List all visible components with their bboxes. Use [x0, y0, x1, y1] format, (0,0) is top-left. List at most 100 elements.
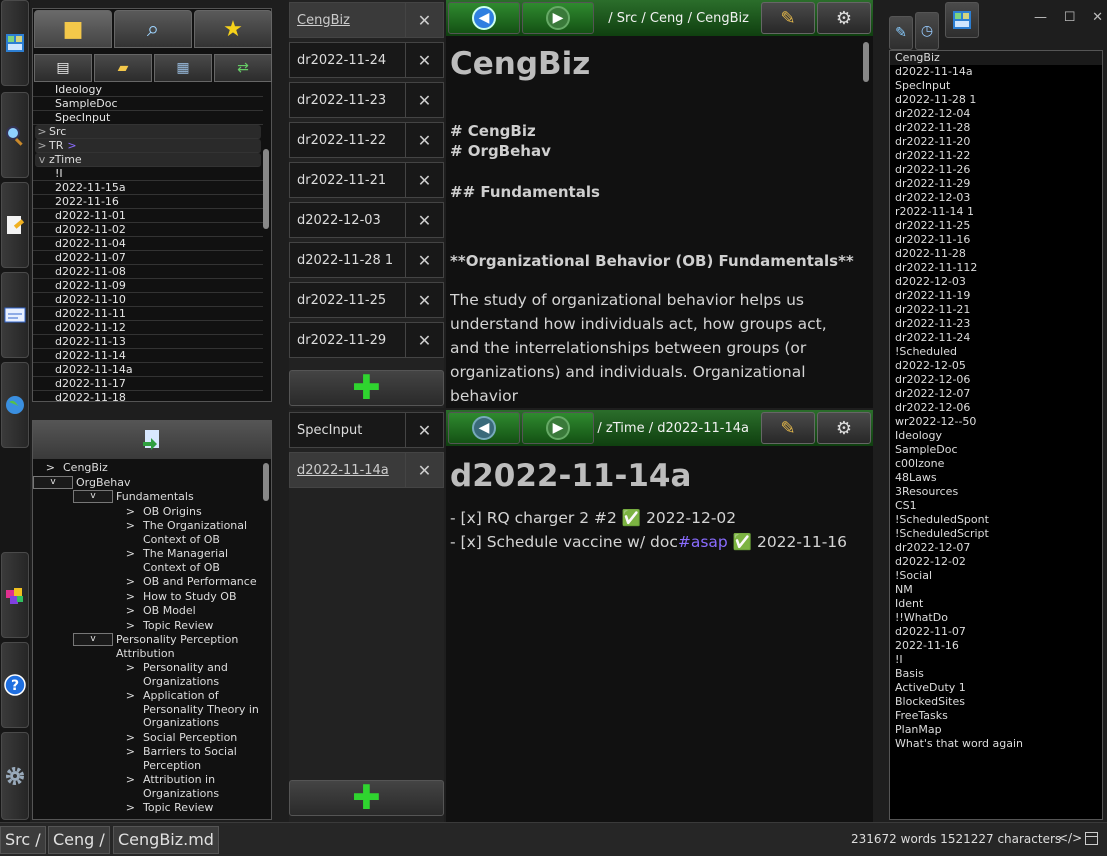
note-tab[interactable]: dr2022-11-22 ✕	[289, 122, 444, 158]
file-row[interactable]: 2022-11-15a	[33, 181, 263, 195]
chevron-icon[interactable]: >	[35, 139, 49, 153]
chevron-icon[interactable]: >	[113, 590, 143, 604]
note-list-item[interactable]: dr2022-11-112	[890, 261, 1102, 275]
close-icon[interactable]: ✕	[405, 82, 443, 118]
back-button[interactable]: ◀	[448, 2, 520, 34]
card-icon[interactable]	[1, 272, 29, 358]
chevron-icon[interactable]: >	[113, 547, 143, 561]
file-row[interactable]: Ideology	[33, 83, 263, 97]
note-list-item[interactable]: Ident	[890, 597, 1102, 611]
close-window-button[interactable]: ✕	[1088, 10, 1107, 30]
file-row[interactable]: d2022-11-04	[33, 237, 263, 251]
outline-item[interactable]: > CengBiz	[33, 461, 261, 475]
note-list-item[interactable]: !I	[890, 653, 1102, 667]
close-icon[interactable]: ✕	[405, 42, 443, 78]
note-list-item[interactable]: !Social	[890, 569, 1102, 583]
note-tab[interactable]: d2022-12-03 ✕	[289, 202, 444, 238]
building-icon[interactable]: ▦	[154, 54, 212, 82]
file-row[interactable]: d2022-11-11	[33, 307, 263, 321]
outline-item[interactable]: > OB Origins	[33, 505, 261, 519]
file-row[interactable]: d2022-11-14a	[33, 363, 263, 377]
note-list-item[interactable]: SampleDoc	[890, 443, 1102, 457]
globe-icon[interactable]	[1, 362, 29, 448]
star-icon[interactable]: ★	[194, 10, 272, 48]
search-file-icon[interactable]: ⌕	[114, 10, 192, 48]
help-icon[interactable]: ?	[1, 642, 29, 728]
chevron-icon[interactable]: >	[113, 661, 143, 675]
file-row[interactable]: !I	[33, 167, 263, 181]
outline-item[interactable]: > Attribution in Organizations	[33, 773, 261, 800]
edit-note-icon[interactable]	[1, 182, 29, 268]
outline-item[interactable]: > Application of Personality Theory in Or…	[33, 689, 261, 730]
note-list-item[interactable]: CS1	[890, 499, 1102, 513]
file-row[interactable]: d2022-11-13	[33, 335, 263, 349]
status-crumb-file[interactable]: CengBiz.md	[113, 826, 219, 854]
chevron-icon[interactable]: >	[113, 773, 143, 787]
note-list-item[interactable]: d2022-12-02	[890, 555, 1102, 569]
file-row[interactable]: d2022-11-07	[33, 251, 263, 265]
close-icon[interactable]: ✕	[405, 2, 443, 38]
note-list-item[interactable]: Ideology	[890, 429, 1102, 443]
note-tab[interactable]: d2022-11-14a ✕	[289, 452, 444, 488]
chevron-icon[interactable]: v	[35, 153, 49, 167]
outline-item[interactable]: > The Managerial Context of OB	[33, 547, 261, 574]
note-tab[interactable]: dr2022-11-23 ✕	[289, 82, 444, 118]
note-list-item[interactable]: BlockedSites	[890, 695, 1102, 709]
add-tab-button[interactable]: ✚	[289, 368, 444, 408]
tag-link[interactable]: #asap	[678, 533, 728, 551]
chevron-icon[interactable]: >	[35, 125, 49, 139]
status-crumb-src[interactable]: Src /	[0, 826, 46, 854]
note-list-item[interactable]: !ScheduledSpont	[890, 513, 1102, 527]
outline-item[interactable]: > Barriers to Social Perception	[33, 745, 261, 772]
file-row[interactable]: d2022-11-10	[33, 293, 263, 307]
note-list-item[interactable]: dr2022-12-06	[890, 373, 1102, 387]
close-icon[interactable]: ✕	[405, 122, 443, 158]
note-list-item[interactable]: NM	[890, 583, 1102, 597]
note-tab[interactable]: CengBiz ✕	[289, 2, 444, 38]
note-tab[interactable]: dr2022-11-24 ✕	[289, 42, 444, 78]
note-list-item[interactable]: dr2022-11-19	[890, 289, 1102, 303]
note-list-item[interactable]: wr2022-12--50	[890, 415, 1102, 429]
chevron-icon[interactable]: >	[113, 731, 143, 745]
search-icon[interactable]	[1, 92, 29, 178]
note-list-item[interactable]: CengBiz	[890, 51, 1102, 65]
expand-toggle-icon[interactable]: v	[73, 490, 113, 503]
clock-tab[interactable]: ◷	[915, 12, 939, 50]
note-tab[interactable]: dr2022-11-29 ✕	[289, 322, 444, 358]
note-list-item[interactable]: c00lzone	[890, 457, 1102, 471]
add-tab-button[interactable]: ✚	[289, 778, 444, 818]
note-list-item[interactable]: dr2022-11-21	[890, 303, 1102, 317]
close-icon[interactable]: ✕	[405, 242, 443, 278]
swap-icon[interactable]: ⇄	[214, 54, 272, 82]
new-folder-icon[interactable]: ▰	[94, 54, 152, 82]
file-row[interactable]: d2022-11-14	[33, 349, 263, 363]
note-tab[interactable]: SpecInput ✕	[289, 412, 444, 448]
note-list-item[interactable]: What's that word again	[890, 737, 1102, 751]
note-list-item[interactable]: ActiveDuty 1	[890, 681, 1102, 695]
note-list-item[interactable]: dr2022-11-24	[890, 331, 1102, 345]
edit-pen-icon[interactable]: ✎	[761, 412, 815, 444]
note-list-item[interactable]: dr2022-11-26	[890, 163, 1102, 177]
expand-toggle-icon[interactable]: v	[73, 633, 113, 646]
file-row[interactable]: d2022-11-09	[33, 279, 263, 293]
chevron-icon[interactable]: >	[113, 745, 143, 759]
note-list-item[interactable]: dr2022-11-23	[890, 317, 1102, 331]
outline-item[interactable]: > Social Perception	[33, 731, 261, 745]
close-icon[interactable]: ✕	[405, 282, 443, 318]
close-icon[interactable]: ✕	[405, 202, 443, 238]
outline-item[interactable]: > The Organizational Context of OB	[33, 519, 261, 546]
settings-gear-icon[interactable]: ⚙	[817, 2, 871, 34]
gear-icon[interactable]	[1, 732, 29, 820]
outline-scrollbar[interactable]	[263, 463, 269, 501]
note-list-item[interactable]: 3Resources	[890, 485, 1102, 499]
folder-row[interactable]: v zTime	[35, 153, 261, 167]
outline-item[interactable]: > OB Model	[33, 604, 261, 618]
folder-row[interactable]: > TR >	[35, 139, 261, 153]
code-view-icon[interactable]: </>	[1058, 831, 1082, 845]
note-list-tab[interactable]: ✎	[889, 16, 913, 50]
note-list-item[interactable]: dr2022-11-22	[890, 149, 1102, 163]
minimize-button[interactable]: —	[1030, 10, 1051, 30]
note-list-item[interactable]: dr2022-12-04	[890, 107, 1102, 121]
forward-button[interactable]: ▶	[522, 2, 594, 34]
folder-icon[interactable]: ■	[34, 10, 112, 48]
